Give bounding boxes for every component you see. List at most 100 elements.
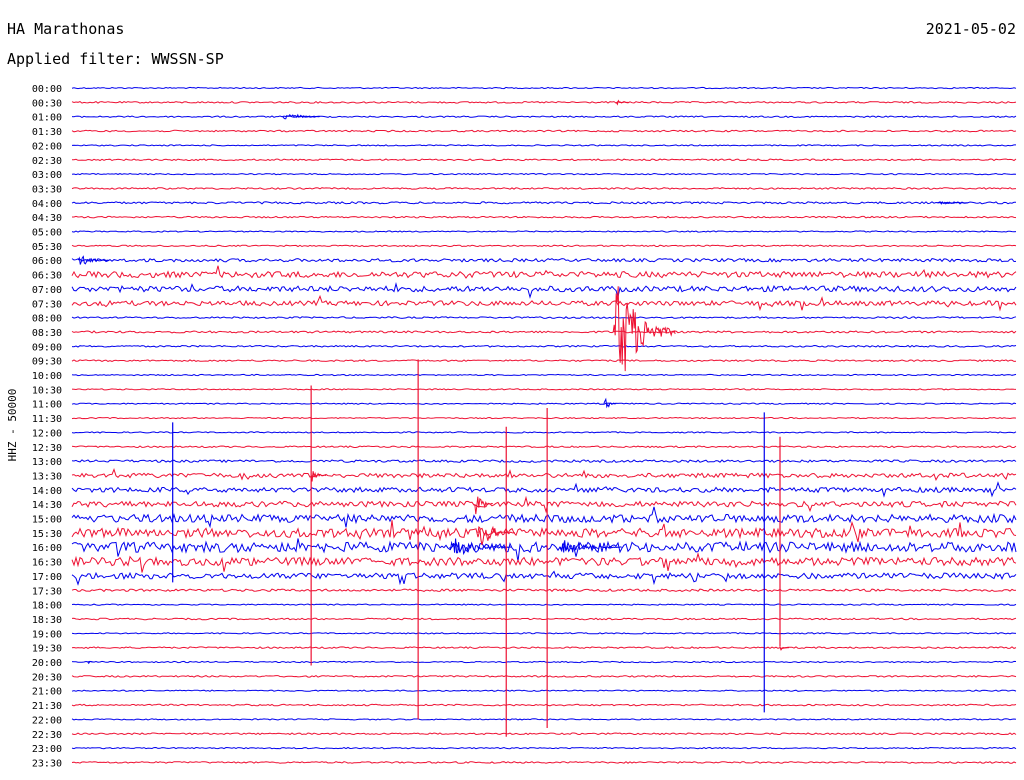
time-tick-label: 08:30 [32,328,62,339]
trace-line [71,388,1017,391]
time-tick-label: 17:30 [32,586,62,597]
trace-line [71,617,1017,621]
trace-line [71,689,1017,692]
time-tick-label: 02:30 [32,156,62,167]
time-tick-label: 14:30 [32,500,62,511]
trace-line [71,732,1017,736]
y-axis-label: HHZ - 50000 [6,389,19,462]
trace-line [71,265,1017,279]
trace-line [71,538,1017,562]
time-tick-label: 16:00 [32,543,62,554]
trace-line [71,172,1017,176]
trace-line [71,520,1017,543]
event-waveform [449,538,512,556]
time-tick-label: 12:30 [32,443,62,454]
trace-line [71,506,1017,529]
event-waveform [615,99,629,106]
time-tick-label: 19:00 [32,629,62,640]
time-label-group: 00:00 00:30 01:00 01:30 02:00 02:30 03:00 03:30… [32,84,62,769]
trace-line [71,481,1017,498]
time-tick-label: 20:30 [32,672,62,683]
trace-line [71,603,1017,606]
trace-line [71,570,1017,586]
trace-line [71,129,1017,133]
time-tick-label: 18:30 [32,615,62,626]
time-tick-label: 06:00 [32,256,62,267]
time-tick-label: 12:00 [32,428,62,439]
time-tick-label: 21:30 [32,701,62,712]
event-waveform [477,525,515,546]
time-tick-label: 09:00 [32,342,62,353]
trace-line [71,674,1017,678]
time-tick-label: 01:00 [32,113,62,124]
time-tick-label: 01:30 [32,127,62,138]
trace-line [71,746,1017,750]
time-tick-label: 20:00 [32,658,62,669]
time-tick-label: 22:00 [32,715,62,726]
trace-line [71,632,1017,635]
trace-line [71,359,1017,363]
time-tick-label: 05:00 [32,228,62,239]
trace-line [71,552,1017,573]
time-tick-label: 10:00 [32,371,62,382]
trace-line [71,402,1017,405]
time-tick-label: 08:00 [32,314,62,325]
time-tick-label: 23:00 [32,744,62,755]
time-tick-label: 07:30 [32,299,62,310]
trace-line [71,373,1017,377]
trace-line [71,316,1017,319]
time-tick-label: 19:30 [32,644,62,655]
trace-line [71,344,1017,348]
time-tick-label: 02:00 [32,141,62,152]
trace-line [71,646,1017,650]
trace-line [71,459,1017,464]
trace-line [71,703,1017,707]
trace-line [71,115,1017,118]
time-tick-label: 11:00 [32,400,62,411]
event-waveform [474,496,493,515]
time-tick-label: 17:00 [32,572,62,583]
trace-line [71,86,1017,90]
trace-line [71,100,1017,104]
time-tick-label: 10:30 [32,385,62,396]
trace-line [71,230,1017,233]
time-tick-label: 22:30 [32,730,62,741]
time-tick-label: 07:00 [32,285,62,296]
time-tick-label: 03:30 [32,184,62,195]
time-tick-label: 21:00 [32,687,62,698]
trace-line [71,158,1017,162]
time-tick-label: 09:30 [32,357,62,368]
trace-line [71,431,1017,434]
trace-group [71,86,1017,764]
time-tick-label: 15:00 [32,515,62,526]
time-tick-label: 04:30 [32,213,62,224]
time-tick-label: 18:00 [32,601,62,612]
helicorder-chart: 00:00 00:30 01:00 01:30 02:00 02:30 03:00 03:30… [6,84,1017,769]
time-tick-label: 05:30 [32,242,62,253]
trace-line [71,144,1016,147]
trace-line [71,201,1017,205]
trace-line [71,294,1017,312]
trace-line [71,718,1017,721]
trace-line [71,330,1017,334]
time-tick-label: 00:30 [32,98,62,109]
time-tick-label: 13:00 [32,457,62,468]
time-tick-label: 23:30 [32,758,62,769]
time-tick-label: 14:00 [32,486,62,497]
event-waveform [612,286,676,372]
trace-line [71,495,1017,514]
time-tick-label: 11:30 [32,414,62,425]
trace-line [71,588,1017,593]
trace-line [71,468,1017,482]
time-tick-label: 13:30 [32,471,62,482]
trace-line [71,445,1017,449]
trace-line [71,244,1017,248]
time-tick-label: 03:00 [32,170,62,181]
time-tick-label: 15:30 [32,529,62,540]
time-tick-label: 00:00 [32,84,62,95]
time-tick-label: 16:30 [32,558,62,569]
trace-line [72,215,1017,219]
time-tick-label: 06:30 [32,271,62,282]
trace-line [71,660,1017,664]
trace-line [71,257,1017,263]
